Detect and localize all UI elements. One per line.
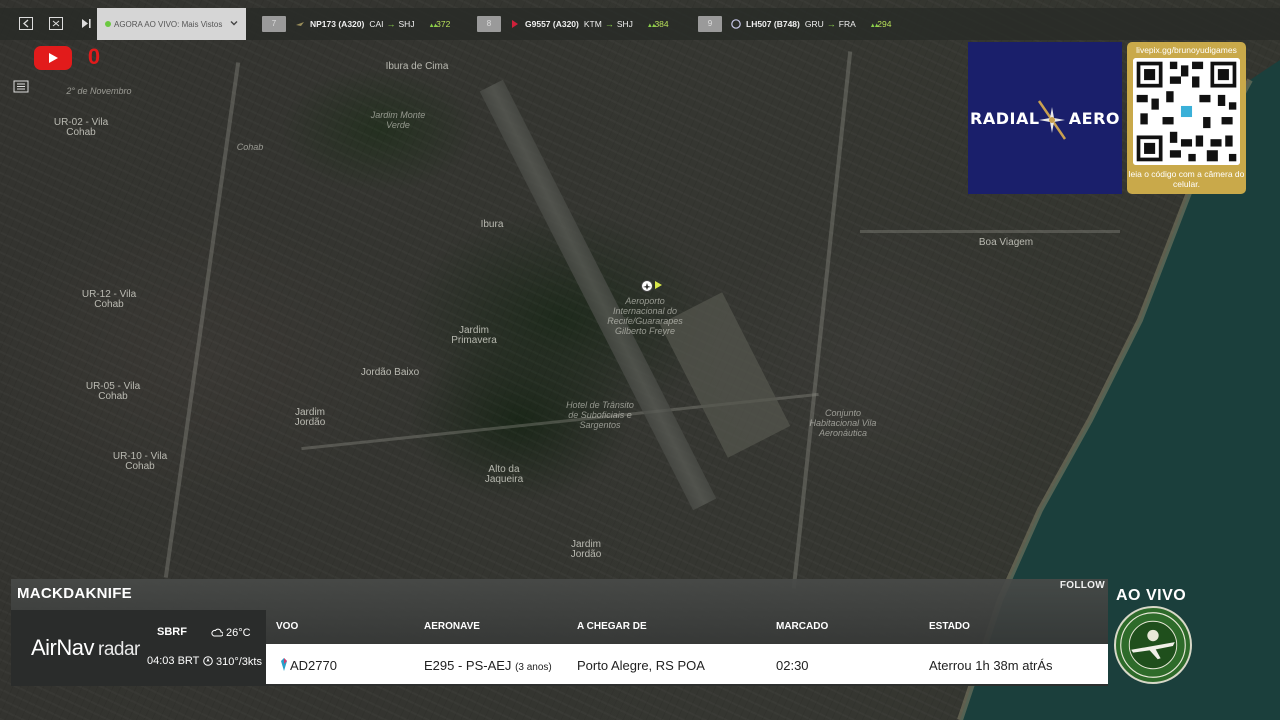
map-label: Alto da Jaqueira — [484, 464, 524, 485]
qr-caption: leia o código com a câmera do celular. — [1128, 169, 1245, 189]
row-from: Porto Alegre, RS POA — [577, 658, 705, 673]
flight-destination: SHJ — [616, 19, 633, 29]
flight-destination: FRA — [838, 19, 856, 29]
map-label: Jordão Baixo — [360, 367, 420, 378]
youtube-icon[interactable] — [34, 46, 72, 70]
flight-callsign: LH507 (B748) — [746, 19, 800, 29]
viewer-count: 294 — [870, 19, 891, 29]
rank-badge: 9 — [698, 16, 722, 32]
live-filter-dropdown[interactable]: AGORA AO VIVO: Mais Vistos — [97, 8, 246, 40]
dropdown-label: AGORA AO VIVO: Mais Vistos — [114, 19, 223, 29]
flight-destination: SHJ — [398, 19, 415, 29]
flight-callsign: G9557 (A320) — [525, 19, 579, 29]
top-bar: AGORA AO VIVO: Mais Vistos 7 NP173 (A320… — [0, 8, 1280, 40]
local-time: 04:03 BRT — [147, 655, 200, 667]
temperature: 26°C — [211, 626, 251, 639]
map-label: Jardim Jordão — [294, 407, 326, 428]
radial-aero-logo: RADIAL AERO — [968, 42, 1122, 194]
table-row[interactable]: AD2770 E295 - PS-AEJ (3 anos) Porto Aleg… — [266, 644, 1108, 684]
col-header-scheduled: MARCADO — [776, 621, 829, 632]
flight-origin: CAI — [369, 19, 384, 29]
row-status: Aterrou 1h 38m atrÁs — [929, 658, 1053, 673]
airline-logo-icon — [512, 20, 518, 28]
row-scheduled: 02:30 — [776, 658, 809, 673]
map-label: Ibura — [480, 219, 504, 230]
flight-origin: KTM — [583, 19, 602, 29]
viewer-count: 384 — [647, 19, 668, 29]
map-label: Jardim Primavera — [451, 325, 497, 346]
qr-url: livepix.gg/brunoyudigames — [1136, 45, 1237, 55]
airnav-brand: AirNav — [31, 635, 95, 660]
map-label: 2° de Novembro — [66, 86, 132, 96]
cloud-icon — [211, 628, 224, 637]
row-flight: AD2770 — [290, 658, 337, 673]
temperature-value: 26°C — [226, 627, 251, 639]
rank-badge: 7 — [262, 16, 286, 32]
airline-logo-icon — [281, 658, 287, 671]
follow-button[interactable]: FOLLOW — [1060, 580, 1105, 591]
arrow-right-icon: → — [604, 19, 614, 29]
next-icon[interactable] — [79, 17, 93, 30]
map-label: Cohab — [236, 142, 264, 152]
wind: 310°/3kts — [203, 655, 262, 668]
viewer-count: 372 — [429, 19, 450, 29]
rank-badge: 8 — [477, 16, 501, 32]
map-label: Aeroporto Internacional do Recife/Guarar… — [607, 296, 683, 336]
map-label: Jardim Monte Verde — [370, 110, 426, 130]
top-flight-chip[interactable]: 7 NP173 (A320) CAI → SHJ 372 — [262, 14, 450, 34]
youtube-count: 0 — [87, 44, 101, 69]
airnav-logo: AirNav radar — [31, 635, 140, 661]
live-label: AO VIVO — [1116, 587, 1187, 604]
map-label: Jardim Jordão — [570, 539, 602, 560]
airport-info: AirNav radar SBRF 04:03 BRT 26°C 310°/3kt… — [11, 610, 266, 686]
airline-logo-icon — [296, 22, 304, 26]
map-label: UR-02 - Vila Cohab — [53, 117, 109, 138]
col-header-aircraft: AERONAVE — [424, 621, 480, 632]
panel-title: MACKDAKNIFE — [17, 585, 132, 602]
flight-origin: GRU — [804, 19, 824, 29]
col-header-flight: VOO — [276, 621, 299, 632]
channel-badge-icon — [1114, 606, 1192, 684]
top-flight-chip[interactable]: 9 LH507 (B748) GRU → FRA 294 — [698, 14, 891, 34]
map-label: Hotel de Trânsito de Suboficiais e Sarge… — [566, 400, 634, 430]
layers-icon[interactable] — [13, 80, 29, 93]
radial-aero-text-left: RADIAL — [970, 109, 1040, 128]
qr-card[interactable]: livepix.gg/brunoyudigames leia o código … — [1127, 42, 1246, 194]
top-flight-chip[interactable]: 8 G9557 (A320) KTM → SHJ 384 — [477, 14, 669, 34]
map-label: Ibura de Cima — [385, 61, 449, 72]
wind-value: 310°/3kts — [216, 656, 262, 668]
chevron-down-icon — [230, 21, 238, 26]
map-label: Conjunto Habitacional Vila Aeronáutica — [809, 408, 877, 438]
expand-icon[interactable] — [49, 17, 63, 30]
row-aircraft-reg: E295 - PS-AEJ — [424, 658, 512, 673]
airport-code: SBRF — [157, 626, 187, 638]
map-label: UR-10 - Vila Cohab — [112, 451, 168, 472]
map-label: UR-12 - Vila Cohab — [81, 289, 137, 310]
radial-aero-text-right: AERO — [1068, 109, 1120, 128]
row-aircraft-age: (3 anos) — [515, 662, 552, 673]
map-label: UR-05 - Vila Cohab — [85, 381, 141, 402]
compass-star-icon — [1037, 100, 1067, 140]
aircraft-marker-icon[interactable] — [655, 281, 662, 289]
col-header-from: A CHEGAR DE — [577, 621, 647, 632]
map-label: Boa Viagem — [978, 237, 1034, 248]
col-header-status: ESTADO — [929, 621, 970, 632]
arrow-right-icon: → — [386, 19, 396, 29]
flight-info-panel: MACKDAKNIFE FOLLOW AirNav radar SBRF 04:0… — [11, 579, 1108, 686]
arrow-right-icon: → — [826, 19, 836, 29]
live-dot-icon — [105, 21, 111, 27]
qr-code-icon — [1133, 58, 1240, 165]
row-aircraft: E295 - PS-AEJ (3 anos) — [424, 658, 552, 673]
wind-direction-icon — [203, 656, 213, 666]
collapse-sidebar-icon[interactable] — [19, 17, 33, 30]
airline-logo-icon — [731, 19, 741, 29]
airnav-brand-sub: radar — [98, 639, 140, 660]
airport-pin-icon[interactable] — [640, 280, 654, 294]
flight-callsign: NP173 (A320) — [310, 19, 365, 29]
